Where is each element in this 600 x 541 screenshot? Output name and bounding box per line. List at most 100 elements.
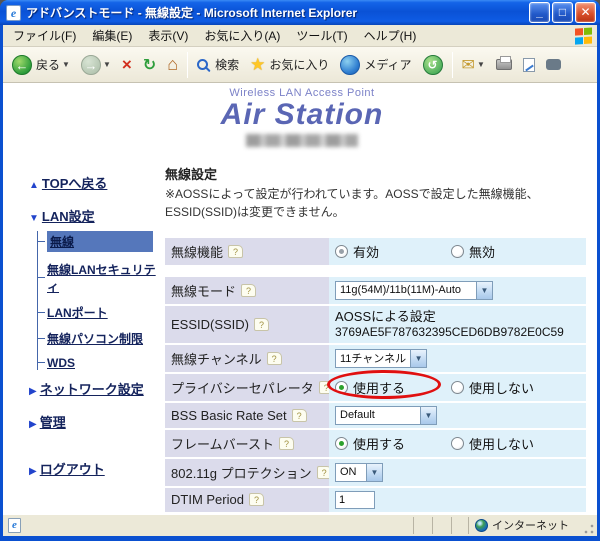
- forward-icon: →: [80, 54, 101, 75]
- wireless-mode-label: 無線モード: [171, 283, 237, 299]
- menu-edit[interactable]: 編集(E): [84, 24, 140, 47]
- chevron-down-icon: ▼: [420, 406, 436, 424]
- toolbar: ← 戻る ▼ → ▼ × ↻ ⌂ 検索 ★ お気に入り メディア ↺ ✉ ▼: [3, 47, 597, 83]
- right-arrow-icon: ▶: [29, 418, 37, 430]
- stop-button[interactable]: ×: [117, 50, 137, 80]
- edit-icon: [522, 57, 535, 72]
- menu-file[interactable]: ファイル(F): [5, 24, 84, 47]
- help-icon[interactable]: [278, 436, 294, 450]
- status-bar: e インターネット: [3, 513, 597, 536]
- essid-value: 3769AE5F787632395CED6DB9782E0C59: [335, 324, 564, 339]
- channel-label-cell: 無線チャンネル: [165, 344, 329, 372]
- help-icon[interactable]: [248, 493, 264, 507]
- history-button[interactable]: ↺: [418, 50, 448, 80]
- dtim-label-cell: DTIM Period: [165, 487, 329, 512]
- menu-help[interactable]: ヘルプ(H): [356, 24, 425, 47]
- discuss-icon: [545, 59, 561, 70]
- help-icon[interactable]: [266, 351, 282, 365]
- document-icon: e: [8, 517, 21, 533]
- help-icon[interactable]: [291, 408, 307, 422]
- sidebar-item-admin[interactable]: ▶ 管理: [29, 412, 165, 431]
- mail-button[interactable]: ✉ ▼: [457, 50, 490, 80]
- privacy-label-cell: プライバシーセパレータ: [165, 373, 334, 401]
- menu-bar: ファイル(F) 編集(E) 表示(V) お気に入り(A) ツール(T) ヘルプ(…: [3, 25, 597, 47]
- page-content: Wireless LAN Access Point Air Station ▲ T…: [3, 83, 597, 513]
- sidebar-item-lan-port[interactable]: LANポート: [38, 304, 165, 321]
- protection-label-cell: 802.11g プロテクション: [165, 458, 332, 486]
- lanport-label: LANポート: [47, 305, 108, 320]
- row-protection: 802.11g プロテクション ON ▼: [165, 458, 586, 486]
- sidebar-item-wireless[interactable]: 無線: [38, 230, 165, 252]
- radio-privacy-no-use[interactable]: [451, 380, 464, 394]
- bss-select[interactable]: Default ▼: [335, 405, 437, 425]
- help-icon[interactable]: [228, 244, 244, 258]
- search-button[interactable]: 検索: [192, 50, 244, 80]
- favorites-star-icon: ★: [250, 54, 266, 74]
- search-icon: [197, 59, 209, 70]
- sidebar-item-wireless-security[interactable]: 無線LANセキュリティ: [38, 261, 165, 295]
- function-enabled-label: 有効: [353, 244, 380, 260]
- help-icon[interactable]: [254, 317, 270, 331]
- menu-tools[interactable]: ツール(T): [288, 24, 355, 47]
- up-arrow-icon: ▲: [29, 179, 39, 191]
- sidebar-item-logout[interactable]: ▶ ログアウト: [29, 459, 165, 478]
- essid-source: AOSSによる設定: [335, 308, 436, 324]
- frameburst-label: フレームバースト: [171, 436, 274, 452]
- radio-function-disabled[interactable]: [451, 244, 464, 258]
- wireless-label: 無線: [50, 234, 75, 249]
- dtim-value-cell: [329, 487, 586, 512]
- radio-frameburst-no-use[interactable]: [451, 436, 464, 450]
- function-disabled-label: 無効: [469, 244, 496, 260]
- radio-privacy-use[interactable]: [335, 380, 348, 394]
- wireless-mode-select[interactable]: 11g(54M)/11b(11M)-Auto ▼: [335, 280, 493, 300]
- media-label: メディア: [364, 58, 412, 72]
- title-bar: e アドバンストモード - 無線設定 - Microsoft Internet …: [0, 0, 600, 25]
- help-icon[interactable]: [241, 283, 257, 297]
- sidebar-lan-label: LAN設定: [41, 208, 95, 224]
- forward-button[interactable]: → ▼: [76, 50, 116, 80]
- home-icon: ⌂: [167, 54, 179, 74]
- back-label: 戻る: [36, 58, 61, 72]
- radio-function-enabled[interactable]: [335, 244, 348, 258]
- discuss-button[interactable]: [541, 50, 566, 80]
- dtim-input[interactable]: [335, 490, 375, 509]
- home-button[interactable]: ⌂: [162, 50, 183, 80]
- lan-subtree: 無線 無線LANセキュリティ LANポート 無線パソコン制限 WDS: [37, 230, 165, 370]
- print-button[interactable]: [491, 50, 517, 80]
- row-wireless-channel: 無線チャンネル 11チャンネル ▼: [165, 344, 586, 372]
- sidebar-item-wds[interactable]: WDS: [38, 356, 165, 370]
- minimize-button[interactable]: _: [529, 2, 550, 23]
- sidebar-top-label: TOPへ戻る: [41, 175, 108, 191]
- radio-frameburst-use[interactable]: [335, 436, 348, 450]
- wireless-mode-label-cell: 無線モード: [165, 276, 329, 304]
- protection-select[interactable]: ON ▼: [335, 462, 383, 482]
- back-dropdown-icon[interactable]: ▼: [62, 60, 70, 69]
- status-panel: [432, 516, 449, 534]
- essid-label: ESSID(SSID): [171, 316, 250, 332]
- security-zone-panel: インターネット: [468, 516, 580, 534]
- refresh-button[interactable]: ↻: [138, 50, 161, 80]
- protection-value: ON: [340, 466, 357, 479]
- window-title: アドバンストモード - 無線設定 - Microsoft Internet Ex…: [26, 6, 358, 20]
- forward-dropdown-icon[interactable]: ▼: [103, 60, 111, 69]
- zone-label: インターネット: [492, 520, 569, 532]
- maximize-button[interactable]: □: [552, 2, 573, 23]
- close-button[interactable]: ✕: [575, 2, 596, 23]
- admin-label: 管理: [39, 414, 66, 430]
- wireless-mode-value-cell: 11g(54M)/11b(11M)-Auto ▼: [329, 276, 586, 304]
- menu-favorites[interactable]: お気に入り(A): [196, 24, 288, 47]
- channel-select[interactable]: 11チャンネル ▼: [335, 348, 427, 368]
- internet-zone-icon: [475, 518, 488, 532]
- sidebar-item-top[interactable]: ▲ TOPへ戻る: [29, 173, 165, 192]
- back-button[interactable]: ← 戻る ▼: [7, 50, 75, 80]
- favorites-button[interactable]: ★ お気に入り: [245, 50, 334, 80]
- sidebar-item-network-settings[interactable]: ▶ ネットワーク設定: [29, 379, 165, 398]
- mail-dropdown-icon[interactable]: ▼: [477, 60, 485, 69]
- edit-button[interactable]: [518, 50, 540, 80]
- resize-grip[interactable]: [582, 523, 595, 536]
- media-button[interactable]: メディア: [335, 50, 416, 80]
- sidebar-item-pc-limit[interactable]: 無線パソコン制限: [38, 330, 165, 347]
- windows-logo-icon: [575, 26, 593, 44]
- menu-view[interactable]: 表示(V): [140, 24, 196, 47]
- sidebar-item-lan-settings[interactable]: ▼ LAN設定: [29, 206, 165, 225]
